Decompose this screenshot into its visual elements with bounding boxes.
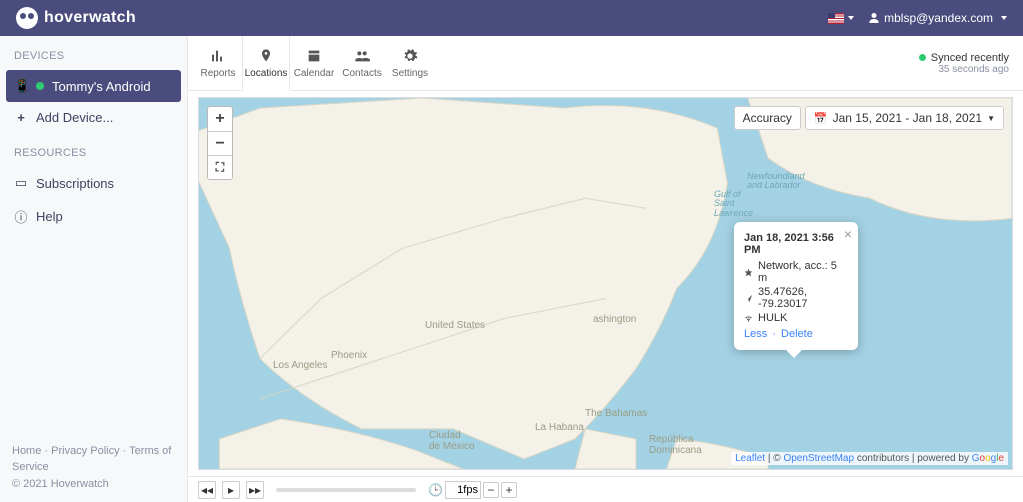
device-label: Tommy's Android [52,79,151,94]
info-icon: ⓘ [14,207,28,226]
section-devices: DEVICES [0,36,187,70]
accuracy-dropdown[interactable]: Accuracy [734,106,801,130]
tab-settings[interactable]: Settings [386,36,434,90]
calendar-icon [306,48,322,64]
zoom-out-button[interactable]: − [208,131,232,155]
brand-text: hoverwatch [44,9,136,27]
calendar-icon: 📅 [814,112,828,125]
popup-close-button[interactable]: × [844,226,852,242]
fps-minus-button[interactable]: − [483,482,499,498]
popup-less-link[interactable]: Less [744,328,767,340]
arrow-icon [744,294,753,303]
plus-icon: + [14,110,28,125]
tab-reports[interactable]: Reports [194,36,242,90]
language-selector[interactable] [828,13,854,24]
phone-icon: 📱 [14,78,28,94]
help-label: Help [36,209,63,224]
tab-label: Reports [200,68,235,79]
fps-input[interactable] [445,481,481,499]
popup-delete-link[interactable]: Delete [781,328,813,340]
pin-icon [258,48,274,64]
playback-bar: ◂◂ ▸ ▸▸ 🕒 − + [188,476,1023,502]
main-area: Reports Locations Calendar Contacts Sett… [188,36,1023,502]
map-tiles[interactable] [199,98,1012,469]
user-icon [868,12,880,24]
osm-link[interactable]: OpenStreetMap [783,453,854,464]
playback-track[interactable] [276,488,416,492]
sync-status: Synced recently 35 seconds ago [919,36,1009,90]
chevron-down-icon [1001,16,1007,20]
map-attribution: Leaflet | © OpenStreetMap contributors |… [731,452,1008,465]
fps-plus-button[interactable]: + [501,482,517,498]
tab-locations[interactable]: Locations [242,36,290,91]
top-toolbar: Reports Locations Calendar Contacts Sett… [188,36,1023,91]
date-range-picker[interactable]: 📅 Jan 15, 2021 - Jan 18, 2021 ▼ [805,106,1004,130]
section-resources: RESOURCES [0,133,187,167]
sidebar-item-device[interactable]: 📱 Tommy's Android [6,70,181,102]
tab-contacts[interactable]: Contacts [338,36,386,90]
play-button[interactable]: ▸ [222,481,240,499]
us-flag-icon [828,13,844,24]
sync-text: Synced recently [931,52,1009,64]
popup-timestamp: Jan 18, 2021 3:56 PM [744,232,848,256]
tab-label: Contacts [342,68,381,79]
owl-icon [16,7,38,29]
user-menu[interactable]: mblsp@yandex.com [868,11,1007,25]
tab-label: Calendar [294,68,335,79]
sidebar-item-help[interactable]: ⓘ Help [0,199,187,234]
tab-label: Locations [245,68,288,79]
fullscreen-button[interactable]: ⛶ [208,155,232,179]
wifi-icon [744,314,753,323]
tab-label: Settings [392,68,428,79]
step-fwd-button[interactable]: ▸▸ [246,481,264,499]
accuracy-label: Accuracy [743,111,792,125]
step-back-button[interactable]: ◂◂ [198,481,216,499]
map-container[interactable]: United States Phoenix Los Angeles Ciudad… [198,97,1013,470]
card-icon: ▭ [14,175,28,191]
user-email: mblsp@yandex.com [884,11,993,25]
popup-coords: 35.47626, -79.23017 [758,286,848,310]
sidebar: DEVICES 📱 Tommy's Android + Add Device..… [0,36,188,502]
chevron-down-icon: ▼ [987,114,995,123]
zoom-in-button[interactable]: + [208,107,232,131]
sync-ago: 35 seconds ago [919,64,1009,75]
subscriptions-label: Subscriptions [36,176,114,191]
popup-wifi: HULK [758,312,787,324]
footer-link-privacy[interactable]: Privacy Policy [51,445,119,457]
google-logo: Google [972,453,1004,464]
app-header: hoverwatch mblsp@yandex.com [0,0,1023,36]
status-dot-online [36,82,44,90]
map-zoom-control: + − ⛶ [207,106,233,180]
bar-chart-icon [210,48,226,64]
users-icon [354,48,370,64]
date-range-label: Jan 15, 2021 - Jan 18, 2021 [833,111,982,125]
gear-icon [402,48,418,64]
copyright: © 2021 Hoverwatch [12,476,175,493]
location-icon [744,268,753,277]
leaflet-link[interactable]: Leaflet [735,453,765,464]
footer-link-home[interactable]: Home [12,445,41,457]
popup-network: Network, acc.: 5 m [758,260,848,284]
status-dot [919,54,926,61]
sidebar-footer: Home · Privacy Policy · Terms of Service… [0,433,187,502]
clock-icon: 🕒 [428,483,443,497]
sidebar-item-add-device[interactable]: + Add Device... [0,102,187,133]
location-popup: × Jan 18, 2021 3:56 PM Network, acc.: 5 … [734,222,858,350]
add-device-label: Add Device... [36,110,113,125]
tab-calendar[interactable]: Calendar [290,36,338,90]
brand-logo[interactable]: hoverwatch [16,7,136,29]
sidebar-item-subscriptions[interactable]: ▭ Subscriptions [0,167,187,199]
